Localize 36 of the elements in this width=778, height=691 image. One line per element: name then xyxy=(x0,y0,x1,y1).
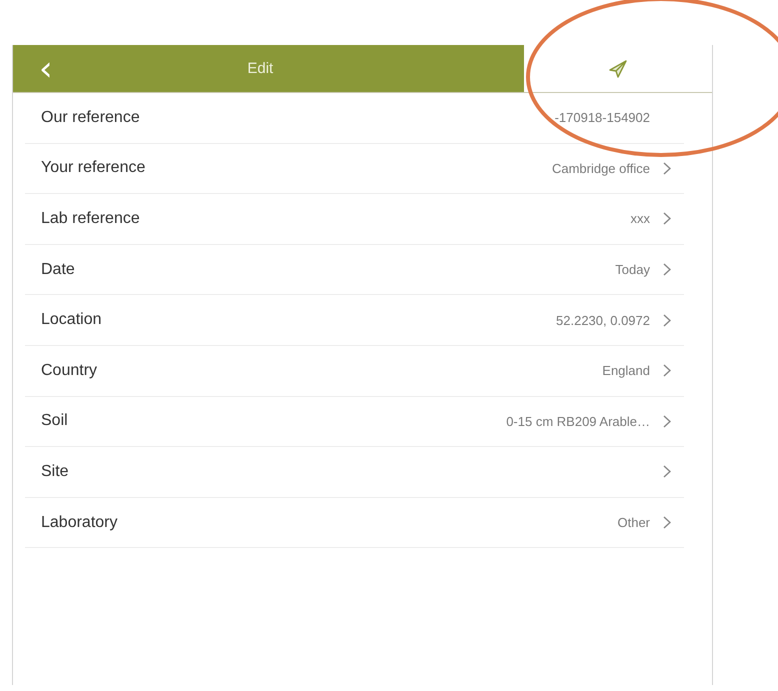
field-label: Country xyxy=(41,362,98,380)
chevron-icon[interactable] xyxy=(663,465,671,478)
field-value: Today xyxy=(615,262,650,278)
field-label: Soil xyxy=(41,412,68,430)
field-label: Date xyxy=(41,260,75,279)
field-label: Location xyxy=(41,311,102,330)
send-icon[interactable] xyxy=(608,58,628,78)
field-label: Our reference xyxy=(41,108,140,127)
list-row[interactable]: Soil 0-15 cm RB209 Arable… xyxy=(25,396,684,448)
field-label: Lab reference xyxy=(41,210,140,228)
list-row[interactable]: Site xyxy=(25,447,684,498)
list-row[interactable]: Your reference Cambridge office xyxy=(25,144,684,194)
chevron-icon[interactable] xyxy=(663,212,671,226)
field-value: 52.2230, 0.0972 xyxy=(556,312,650,328)
chevron-icon[interactable] xyxy=(663,314,671,327)
field-value: Cambridge office xyxy=(552,160,650,176)
field-label: Your reference xyxy=(41,159,146,178)
chevron-icon[interactable] xyxy=(663,516,671,530)
list-row[interactable]: Laboratory Other xyxy=(25,498,684,548)
page-title: Edit xyxy=(247,60,274,77)
chevron-icon[interactable] xyxy=(663,364,671,378)
chevron-icon[interactable] xyxy=(663,162,671,175)
field-value: Other xyxy=(617,515,650,530)
field-label: Site xyxy=(41,462,69,481)
field-label: Laboratory xyxy=(41,514,118,532)
field-value: -170918-154902 xyxy=(554,110,650,126)
list-row[interactable]: Lab reference xxx xyxy=(25,194,684,245)
field-value: xxx xyxy=(630,211,650,226)
field-value: England xyxy=(602,363,650,378)
list-row[interactable]: Our reference -170918-154902 xyxy=(25,93,684,144)
list-row[interactable]: Location 52.2230, 0.0972 xyxy=(25,295,684,346)
list-row[interactable]: Date Today xyxy=(25,244,684,296)
field-value: 0-15 cm RB209 Arable… xyxy=(506,414,650,429)
list-row[interactable]: Country England xyxy=(25,346,684,397)
chevron-icon[interactable] xyxy=(663,414,671,428)
chevron-icon[interactable] xyxy=(663,263,671,276)
